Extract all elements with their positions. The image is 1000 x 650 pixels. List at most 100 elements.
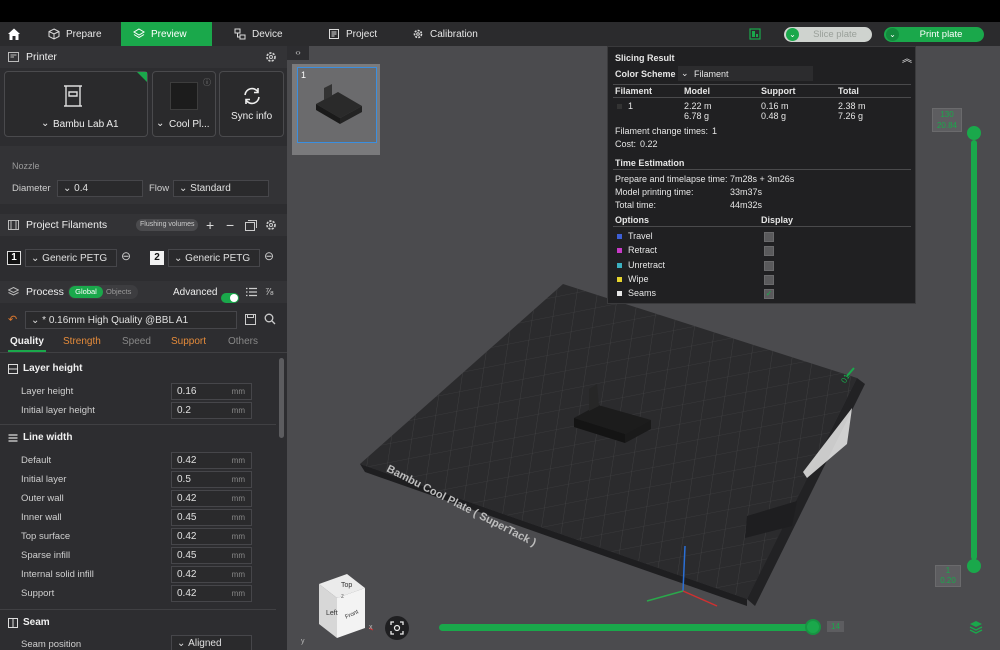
layer-slider-bottom-thumb[interactable] [967,559,981,573]
view-cube-left[interactable]: Left [326,610,338,617]
seam-position-select[interactable]: ⌄ Aligned [171,635,252,650]
move-slider-thumb[interactable] [805,619,821,635]
home-icon[interactable] [0,22,28,46]
view-cube[interactable]: Left Front Top x y z [299,568,375,645]
chevron-down-icon[interactable]: ⌄ [786,28,799,41]
option-display-checkbox[interactable] [764,246,774,257]
setting-input[interactable]: 0.42 mm [171,528,252,545]
layers-stack-icon[interactable] [969,620,983,634]
setting-unit: mm [231,456,245,465]
setting-input[interactable]: 0.42 mm [171,490,252,507]
chevron-down-icon[interactable]: ⌄ [886,28,899,41]
print-plate-button[interactable]: ⌄ Print plate [884,27,984,42]
setting-input[interactable]: 0.42 mm [171,585,252,602]
divider [613,97,911,98]
setting-input[interactable]: 0.5 mm [171,471,252,488]
tab-strength[interactable]: Strength [63,336,101,347]
tab-speed[interactable]: Speed [122,336,151,347]
tab-label: Project [346,28,378,40]
move-slider-track[interactable] [439,624,815,631]
grid-view-icon[interactable] [749,28,761,40]
divider [0,352,287,353]
fit-view-button[interactable] [385,616,409,640]
info-icon[interactable]: ⓘ [203,77,211,88]
scope-toggle[interactable]: Global Objects [68,285,138,299]
tab-device[interactable]: Device [222,22,295,46]
tab-prepare[interactable]: Prepare [36,22,114,46]
tab-quality[interactable]: Quality [10,336,44,347]
move-slider-value: 14 [827,621,844,632]
tab-preview[interactable]: Preview [121,22,212,46]
tab-others[interactable]: Others [228,336,258,347]
filament-select-1[interactable]: ⌄ Generic PETG [25,249,117,267]
setting-label: Internal solid infill [21,569,94,580]
slice-plate-button[interactable]: ⌄ Slice plate [784,27,872,42]
sync-info-button[interactable]: Sync info [219,71,284,137]
list-icon[interactable] [246,287,257,297]
filament-icon [8,220,19,230]
setting-label: Top surface [21,531,71,542]
chevron-down-icon: ⌄ [63,183,75,194]
process-title: Process [26,286,64,298]
gear-icon [413,29,423,39]
setting-input[interactable]: 0.42 mm [171,566,252,583]
tab-project[interactable]: Project [316,22,389,46]
setting-unit: mm [231,387,245,396]
option-display-checkbox[interactable] [764,232,774,242]
plate-card[interactable]: ⓘ ⌄ Cool Pl... [152,71,216,137]
save-icon[interactable] [245,314,256,325]
nozzle-section: Nozzle Diameter ⌄ 0.4 Flow ⌄ Standard [0,146,287,204]
line-width-group: Line width [8,432,72,443]
divider [0,424,276,425]
compare-icon[interactable]: ⅞ [265,287,273,298]
view-cube-top[interactable]: Top [341,582,352,589]
tab-support[interactable]: Support [171,336,206,347]
objects-option[interactable]: Objects [106,286,131,298]
filament-select-2[interactable]: ⌄ Generic PETG [168,249,260,267]
printer-card[interactable]: ⌄ Bambu Lab A1 [4,71,148,137]
advanced-label: Advanced [173,286,218,298]
color-scheme-select[interactable]: ⌄ Filament [678,66,813,81]
setting-label: Outer wall [21,493,64,504]
settings-scrollbar[interactable] [279,358,284,438]
option-display-checkbox[interactable] [764,260,774,271]
setting-input[interactable]: 0.45 mm [171,547,252,564]
remove-filament-icon[interactable]: ⊖ [121,249,131,263]
option-display-checkbox[interactable] [764,274,774,285]
advanced-toggle[interactable] [221,293,239,303]
plate-thumbnail [170,82,198,110]
setting-input[interactable]: 0.16 mm [171,383,252,400]
reset-preset-icon[interactable]: ↶ [8,313,17,326]
divider [0,609,276,610]
setting-label: Support [21,588,55,599]
line-width-icon [8,433,18,442]
setting-input[interactable]: 0.42 mm [171,452,252,469]
process-section-header: Process Global Objects Advanced ⅞ [0,281,287,303]
setting-unit: mm [231,589,245,598]
col-model: Model [684,86,710,96]
filament-index-badge: 2 [150,251,164,265]
plus-icon[interactable]: + [206,217,214,233]
setting-input[interactable]: 0.2 mm [171,402,252,419]
settings-gear-icon[interactable] [265,219,277,231]
flushing-volumes-button[interactable]: Flushing volumes [136,219,199,231]
minus-icon[interactable]: − [226,217,234,233]
sync-filament-icon[interactable] [245,220,257,231]
collapse-icon[interactable]: ︽ [902,50,912,65]
option-display-checkbox[interactable]: ✓ [764,289,774,300]
time-value: 7m28s + 3m26s [730,174,795,184]
search-icon[interactable] [264,313,276,325]
setting-value: 0.45 [177,550,197,561]
global-option[interactable]: Global [69,286,103,298]
seam-position-value: Aligned [188,638,222,649]
remove-filament-icon[interactable]: ⊖ [264,249,274,263]
settings-gear-icon[interactable] [265,51,277,63]
process-preset-select[interactable]: ⌄ * 0.16mm High Quality @BBL A1 [25,311,237,329]
setting-input[interactable]: 0.45 mm [171,509,252,526]
flow-select[interactable]: ⌄ Standard [173,180,269,197]
chevron-down-icon: ⌄ [31,314,43,326]
diameter-select[interactable]: ⌄ 0.4 [57,180,143,197]
layer-slider-track[interactable] [971,140,977,560]
layer-slider-top-thumb[interactable] [967,126,981,140]
tab-calibration[interactable]: Calibration [400,22,490,46]
